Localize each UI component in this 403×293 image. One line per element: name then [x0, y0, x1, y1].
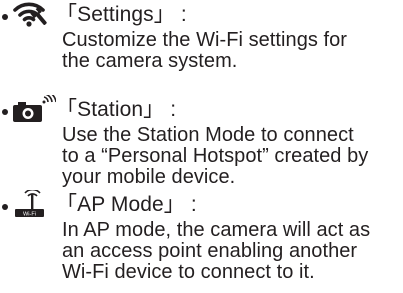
description-line: In AP mode, the camera will act as: [62, 219, 371, 241]
item-title: 「Settings」 :: [56, 3, 187, 26]
description-line: Wi-Fi device to connect to it.: [62, 261, 315, 283]
list-item-header: Wi-Fi 「AP Mode」 :: [0, 190, 403, 220]
description-line: your mobile device.: [62, 166, 236, 188]
ap-icon-label: Wi-Fi: [23, 212, 36, 218]
camera-station-icon: [12, 95, 56, 123]
item-description: Use the Station Mode to connect to a “Pe…: [62, 125, 402, 188]
wifi-mode-list: 「Settings」 : Customize the Wi-Fi setting…: [0, 0, 403, 293]
list-item-station: 「Station」 : Use the Station Mode to conn…: [0, 95, 403, 188]
description-line: an access point enabling another: [62, 240, 358, 262]
description-line: to a “Personal Hotspot” created by: [62, 145, 369, 167]
bullet: [2, 14, 8, 20]
description-line: Use the Station Mode to connect: [62, 124, 354, 146]
bullet: [2, 109, 8, 115]
item-description: Customize the Wi-Fi settings for the cam…: [62, 30, 402, 72]
item-description: In AP mode, the camera will act as an ac…: [62, 220, 402, 283]
description-line: Customize the Wi-Fi settings for: [62, 29, 348, 51]
list-item-header: 「Settings」 :: [0, 0, 403, 30]
list-item-ap-mode: Wi-Fi 「AP Mode」 : In AP mode, the camera…: [0, 190, 403, 283]
item-title: 「AP Mode」 :: [56, 193, 197, 216]
list-item-header: 「Station」 :: [0, 95, 403, 125]
bullet: [2, 204, 8, 210]
description-line: the camera system.: [62, 50, 238, 72]
item-title: 「Station」 :: [56, 98, 177, 121]
ap-mode-icon: Wi-Fi: [14, 190, 46, 218]
wifi-settings-icon: [13, 0, 49, 28]
list-item-settings: 「Settings」 : Customize the Wi-Fi setting…: [0, 0, 403, 72]
